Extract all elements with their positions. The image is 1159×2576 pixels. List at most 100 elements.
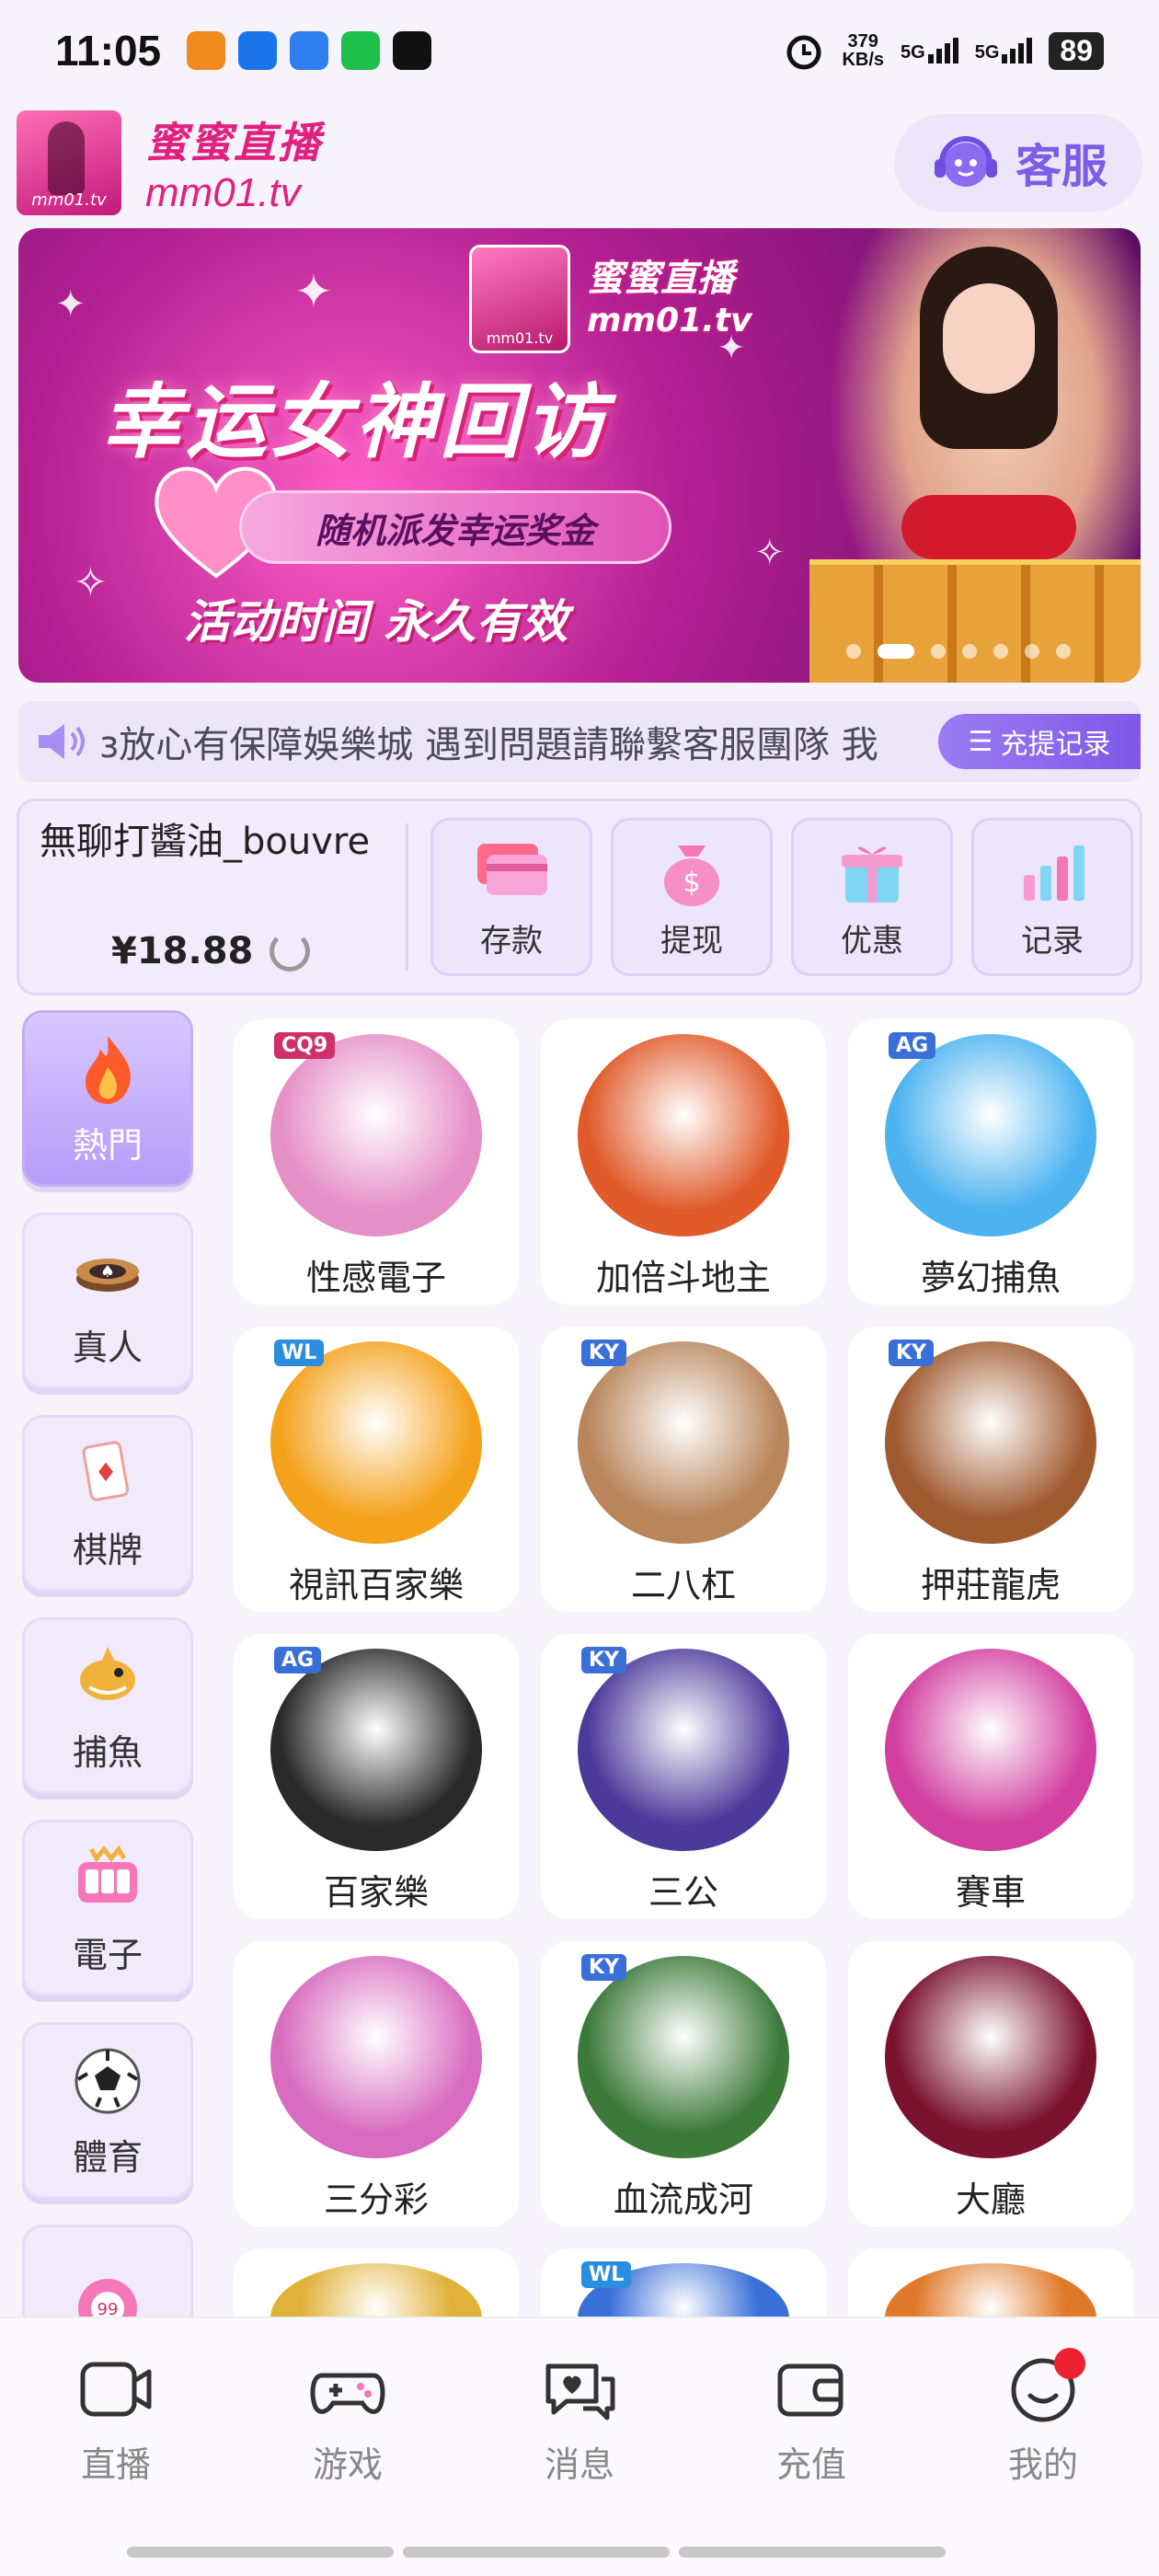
app-logo: mm01.tv — [17, 110, 121, 215]
game-card[interactable]: 賽車 — [848, 1634, 1133, 1919]
banner-dot[interactable] — [962, 644, 977, 659]
sparkle-icon: ✦ — [55, 283, 86, 326]
card-icon — [477, 843, 547, 895]
category-label: 熱門 — [72, 1124, 143, 1166]
status-time: 11:05 — [55, 27, 162, 75]
brand: 蜜蜜直播 mm01.tv — [145, 109, 322, 216]
refresh-icon[interactable] — [270, 931, 311, 972]
deposit-label: 存款 — [480, 922, 543, 960]
banner-dot[interactable] — [993, 644, 1008, 659]
provider-tag: WL — [274, 1340, 325, 1366]
category-chess-cards[interactable]: ♦ 棋牌 — [22, 1415, 193, 1592]
game-label: 押莊龍虎 — [920, 1565, 1061, 1605]
game-card[interactable]: KY 三公 — [541, 1634, 826, 1919]
category-sports[interactable]: 體育 — [22, 2022, 193, 2199]
logo-text: mm01.tv — [31, 190, 107, 210]
game-card[interactable]: WL 視訊百家樂 — [234, 1327, 519, 1612]
shark-icon — [80, 1646, 135, 1700]
promotions-label: 优惠 — [841, 922, 903, 960]
wallet-icon — [777, 2363, 843, 2417]
provider-tag: KY — [581, 1647, 626, 1673]
signal-icon: 5G — [901, 38, 958, 63]
banner-dot[interactable] — [878, 644, 914, 659]
browser-notification-icon — [290, 31, 329, 70]
game-card[interactable]: KY 血流成河 — [541, 1941, 826, 2226]
sparkle-icon: ✧ — [74, 559, 108, 606]
bottom-navigation: 直播 游戏 消息 充值 我的 — [0, 2317, 1159, 2576]
game-label: 三公 — [648, 1872, 718, 1913]
category-sidebar: 熱門 ♠ 真人 ♦ 棋牌 捕魚 電子 體育 99 — [22, 1010, 193, 2427]
deposit-button[interactable]: 存款 — [430, 818, 592, 976]
banner-dot[interactable] — [846, 644, 861, 659]
wechat-notification-icon — [341, 31, 381, 70]
gift-icon — [842, 845, 902, 903]
provider-tag: KY — [581, 1954, 626, 1981]
banner-dot[interactable] — [1056, 644, 1071, 659]
category-live[interactable]: ♠ 真人 — [22, 1213, 193, 1389]
chat-heart-icon — [545, 2363, 615, 2421]
game-card[interactable]: 加倍斗地主 — [541, 1019, 826, 1305]
promotions-button[interactable]: 优惠 — [791, 818, 953, 976]
customer-service-button[interactable]: 客服 — [894, 114, 1142, 212]
network-speed-unit: KB/s — [842, 50, 885, 70]
game-card[interactable]: AG 百家樂 — [234, 1634, 519, 1919]
category-slots[interactable]: 電子 — [22, 1820, 193, 1996]
game-card[interactable]: AG 夢幻捕魚 — [848, 1019, 1133, 1305]
nav-label: 消息 — [544, 2444, 614, 2485]
banner-brand: 蜜蜜直播 mm01.tv — [587, 248, 752, 339]
category-label: 電子 — [72, 1934, 143, 1975]
category-label: 體育 — [72, 2136, 143, 2178]
game-grid: CQ9 性感電子 加倍斗地主 AG 夢幻捕魚 WL 視訊百家樂 KY 二八杠 KY 押莊龍虎 AG 百家… — [234, 1019, 1133, 2386]
app-header: mm01.tv 蜜蜜直播 mm01.tv 客服 — [0, 103, 1159, 223]
nav-label: 我的 — [1007, 2444, 1078, 2485]
game-thumbnail — [885, 1649, 1096, 1851]
game-card[interactable]: 三分彩 — [234, 1941, 519, 2226]
provider-tag: KY — [581, 1340, 626, 1366]
banner-brand-domain: mm01.tv — [587, 302, 752, 339]
category-label: 棋牌 — [72, 1529, 143, 1570]
withdraw-button[interactable]: $ 提现 — [611, 818, 773, 976]
network-speed: 379 KB/s — [842, 32, 884, 69]
slot-machine-icon — [78, 1845, 137, 1903]
game-label: 加倍斗地主 — [595, 1258, 771, 1298]
game-thumbnail — [270, 1341, 482, 1544]
game-label: 血流成河 — [613, 2179, 753, 2220]
flame-icon — [86, 1035, 131, 1104]
game-thumbnail — [885, 1341, 1096, 1544]
balance-amount: ¥18.88 — [111, 930, 254, 972]
game-thumbnail — [885, 1034, 1096, 1236]
game-card[interactable]: KY 押莊龍虎 — [848, 1327, 1133, 1612]
category-label: 捕魚 — [72, 1731, 143, 1773]
game-card[interactable]: KY 二八杠 — [541, 1327, 826, 1612]
nav-messages[interactable]: 消息 — [506, 2355, 653, 2487]
nav-profile[interactable]: 我的 — [970, 2348, 1117, 2487]
banner-pagination[interactable] — [846, 644, 1071, 659]
category-fishing[interactable]: 捕魚 — [22, 1617, 193, 1794]
game-card[interactable]: CQ9 性感電子 — [234, 1019, 519, 1305]
game-thumbnail — [270, 1649, 482, 1851]
records-button[interactable]: 记录 — [971, 818, 1133, 976]
provider-tag: AG — [274, 1647, 322, 1673]
game-label: 夢幻捕魚 — [920, 1258, 1061, 1298]
nav-recharge[interactable]: 充值 — [738, 2355, 885, 2487]
customer-service-label: 客服 — [1016, 140, 1107, 193]
promo-banner[interactable]: ✦ ✦ ✦ ✧ ✧ mm01.tv 蜜蜜直播 mm01.tv 幸运女神回访 随机… — [18, 228, 1141, 683]
nav-live[interactable]: 直播 — [42, 2355, 189, 2487]
notification-badge — [1054, 2348, 1085, 2379]
video-camera-icon — [80, 2362, 152, 2417]
speaker-icon — [39, 724, 85, 759]
game-label: 大廳 — [955, 2179, 1026, 2220]
game-card[interactable]: 大廳 — [848, 1941, 1133, 2226]
deposit-withdraw-record-button[interactable]: ☰ 充提记录 — [938, 714, 1141, 769]
category-hot[interactable]: 熱門 — [22, 1010, 193, 1187]
banner-dot[interactable] — [1025, 644, 1039, 659]
list-icon: ☰ — [968, 725, 993, 758]
nav-games[interactable]: 游戏 — [274, 2355, 421, 2487]
records-label: 记录 — [1021, 922, 1084, 960]
game-thumbnail — [578, 1034, 789, 1236]
banner-brand-name: 蜜蜜直播 — [587, 258, 734, 300]
banner-dot[interactable] — [931, 644, 946, 659]
gift-boxes-image — [809, 559, 1141, 683]
nav-label: 游戏 — [312, 2444, 383, 2485]
balance: ¥18.88 — [111, 930, 311, 972]
